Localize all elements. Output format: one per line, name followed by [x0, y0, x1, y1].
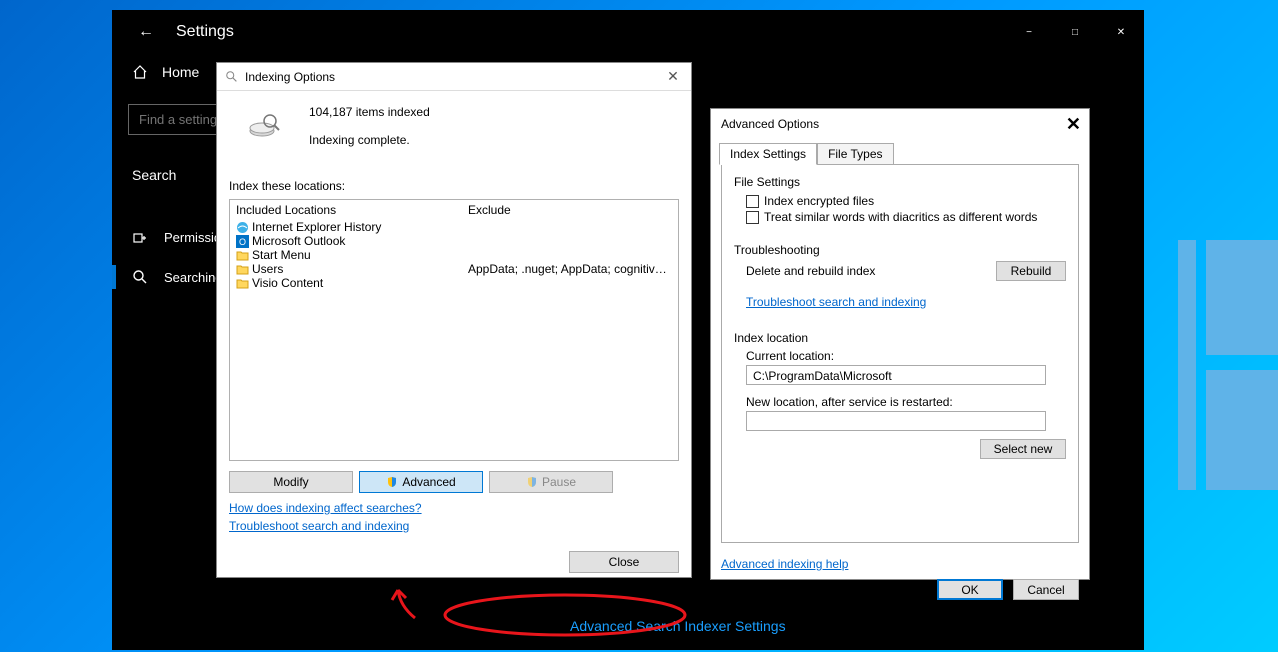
encrypted-label: Index encrypted files — [764, 194, 874, 208]
col-included[interactable]: Included Locations — [230, 200, 462, 220]
indexing-icon — [225, 70, 239, 84]
advanced-button[interactable]: Advanced — [359, 471, 483, 493]
advanced-close-icon[interactable]: ✕ — [1066, 114, 1081, 135]
outlook-icon: O — [236, 235, 249, 248]
encrypted-checkbox[interactable] — [746, 195, 759, 208]
close-button[interactable]: Close — [569, 551, 679, 573]
advanced-help-link[interactable]: Advanced indexing help — [721, 557, 848, 571]
maximize-button[interactable]: □ — [1052, 16, 1098, 48]
desktop-background-accent — [1178, 240, 1278, 490]
shield-icon — [526, 476, 538, 488]
table-row[interactable]: Visio Content — [230, 276, 678, 290]
troubleshoot-link[interactable]: Troubleshoot search and indexing — [746, 295, 926, 309]
indexing-status: Indexing complete. — [309, 133, 430, 147]
indexing-titlebar: Indexing Options ✕ — [217, 63, 691, 91]
advanced-options-dialog: Advanced Options ✕ Index Settings File T… — [710, 108, 1090, 580]
diacritics-label: Treat similar words with diacritics as d… — [764, 210, 1037, 224]
permissions-icon — [132, 229, 148, 245]
home-icon — [132, 64, 148, 80]
new-location-box — [746, 411, 1046, 431]
select-new-button[interactable]: Select new — [980, 439, 1066, 459]
ok-button[interactable]: OK — [937, 579, 1003, 600]
home-label: Home — [162, 64, 199, 80]
settings-titlebar: ← Settings − □ ✕ — [112, 10, 1144, 54]
new-location-label: New location, after service is restarted… — [746, 395, 1066, 409]
folder-icon — [236, 249, 249, 262]
folder-icon — [236, 277, 249, 290]
folder-icon — [236, 263, 249, 276]
cancel-button[interactable]: Cancel — [1013, 579, 1079, 600]
table-row[interactable]: OMicrosoft Outlook — [230, 234, 678, 248]
advanced-indexer-link[interactable]: Advanced Search Indexer Settings — [570, 618, 786, 634]
how-indexing-link[interactable]: How does indexing affect searches? — [229, 501, 679, 515]
advanced-title: Advanced Options — [721, 117, 819, 131]
table-row[interactable]: Start Menu — [230, 248, 678, 262]
search-icon — [132, 269, 148, 285]
delete-rebuild-label: Delete and rebuild index — [746, 264, 875, 278]
table-row[interactable]: Internet Explorer History — [230, 220, 678, 234]
troubleshooting-label: Troubleshooting — [734, 243, 1066, 257]
indexing-title: Indexing Options — [245, 70, 335, 84]
tab-index-settings[interactable]: Index Settings — [719, 143, 817, 165]
troubleshoot-link[interactable]: Troubleshoot search and indexing — [229, 519, 679, 533]
minimize-button[interactable]: − — [1006, 16, 1052, 48]
table-row[interactable]: Users AppData; .nuget; AppData; cognitiv… — [230, 262, 678, 276]
svg-text:O: O — [239, 237, 246, 247]
rebuild-button[interactable]: Rebuild — [996, 261, 1066, 281]
close-button[interactable]: ✕ — [1098, 16, 1144, 48]
modify-button[interactable]: Modify — [229, 471, 353, 493]
pause-button: Pause — [489, 471, 613, 493]
diacritics-checkbox[interactable] — [746, 211, 759, 224]
items-indexed: 104,187 items indexed — [309, 105, 430, 119]
indexing-close-icon[interactable]: ✕ — [661, 67, 685, 87]
locations-label: Index these locations: — [229, 179, 679, 193]
tab-file-types[interactable]: File Types — [817, 143, 893, 165]
settings-title: Settings — [176, 23, 234, 41]
index-location-label: Index location — [734, 331, 1066, 345]
col-exclude[interactable]: Exclude — [462, 200, 678, 220]
shield-icon — [386, 476, 398, 488]
file-settings-label: File Settings — [734, 175, 1066, 189]
ie-icon — [236, 221, 249, 234]
back-button[interactable]: ← — [138, 23, 154, 41]
drive-search-icon — [245, 105, 283, 143]
current-location-label: Current location: — [746, 349, 1066, 363]
current-location-box: C:\ProgramData\Microsoft — [746, 365, 1046, 385]
indexing-options-dialog: Indexing Options ✕ 104,187 items indexed… — [216, 62, 692, 578]
locations-table: Included Locations Exclude Internet Expl… — [229, 199, 679, 461]
advanced-titlebar: Advanced Options ✕ — [711, 109, 1089, 139]
advanced-tab-panel: File Settings Index encrypted files Trea… — [721, 165, 1079, 543]
